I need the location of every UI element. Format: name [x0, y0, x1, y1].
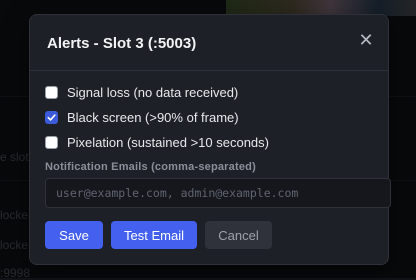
save-button[interactable]: Save [45, 221, 103, 249]
checkmark-icon [47, 113, 56, 121]
black-screen-checkbox[interactable] [45, 110, 58, 124]
option-label: Black screen (>90% of frame) [67, 109, 239, 125]
signal-loss-checkbox[interactable] [45, 85, 58, 99]
close-icon[interactable]: ✕ [356, 31, 376, 51]
alerts-modal: Alerts - Slot 3 (:5003) ✕ Signal loss (n… [29, 14, 391, 265]
cancel-button[interactable]: Cancel [205, 221, 272, 249]
option-label: Signal loss (no data received) [67, 84, 239, 100]
option-black-screen[interactable]: Black screen (>90% of frame) [45, 107, 239, 127]
test-email-button[interactable]: Test Email [111, 221, 197, 249]
modal-header: Alerts - Slot 3 (:5003) ✕ [30, 15, 388, 71]
pixelation-checkbox[interactable] [45, 135, 58, 149]
modal-title: Alerts - Slot 3 (:5003) [47, 35, 197, 52]
option-pixelation[interactable]: Pixelation (sustained >10 seconds) [45, 132, 269, 152]
email-field[interactable] [45, 178, 391, 208]
option-signal-loss[interactable]: Signal loss (no data received) [45, 82, 238, 102]
emails-label: Notification Emails (comma-separated) [45, 161, 256, 173]
option-label: Pixelation (sustained >10 seconds) [67, 134, 269, 150]
